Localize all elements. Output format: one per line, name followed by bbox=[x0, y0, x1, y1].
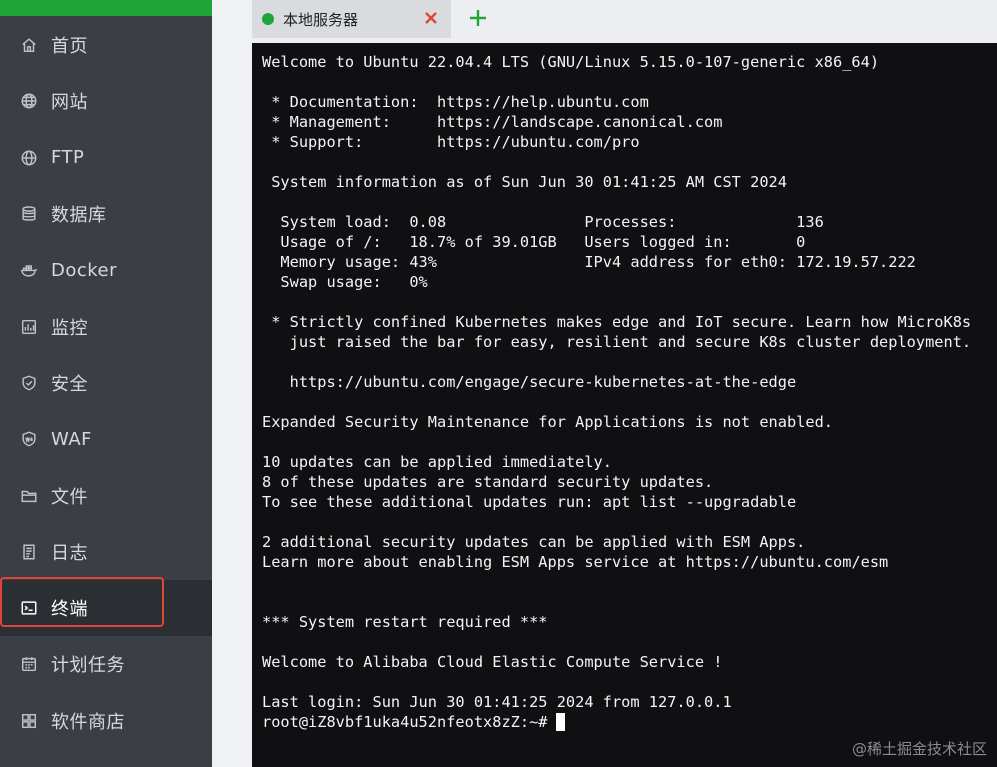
terminal-log: Welcome to Ubuntu 22.04.4 LTS (GNU/Linux… bbox=[262, 53, 972, 711]
sidebar-item-label: 安全 bbox=[51, 373, 88, 395]
sidebar-item-terminal[interactable]: 终端 bbox=[0, 579, 212, 637]
sidebar-item-label: Docker bbox=[51, 259, 118, 281]
sidebar-item-database[interactable]: 数据库 bbox=[0, 186, 212, 242]
sidebar: 首页 网站 FTP 数据库 Docker 监控 安全 WAF 文件 日志 终端 … bbox=[0, 0, 212, 767]
sidebar-item-ftp[interactable]: FTP bbox=[0, 130, 212, 186]
tab-title: 本地服务器 bbox=[283, 10, 359, 29]
folder-icon bbox=[19, 486, 39, 506]
sidebar-item-label: FTP bbox=[51, 147, 85, 169]
globe-icon bbox=[19, 91, 39, 111]
sidebar-item-label: 终端 bbox=[51, 599, 88, 621]
monitor-chart-icon bbox=[19, 317, 39, 337]
sidebar-item-app-store[interactable]: 软件商店 bbox=[0, 693, 212, 749]
sidebar-item-monitor[interactable]: 监控 bbox=[0, 298, 212, 354]
app-root: 首页 网站 FTP 数据库 Docker 监控 安全 WAF 文件 日志 终端 … bbox=[0, 0, 997, 767]
sidebar-item-security[interactable]: 安全 bbox=[0, 355, 212, 411]
sidebar-item-logs[interactable]: 日志 bbox=[0, 524, 212, 580]
grid-apps-icon bbox=[19, 711, 39, 731]
status-dot bbox=[262, 13, 274, 25]
waf-shield-icon bbox=[19, 429, 39, 449]
home-icon bbox=[19, 35, 39, 55]
docker-icon bbox=[19, 260, 39, 280]
terminal-output: Welcome to Ubuntu 22.04.4 LTS (GNU/Linux… bbox=[262, 52, 971, 732]
terminal-cursor bbox=[555, 713, 565, 731]
calendar-icon bbox=[19, 654, 39, 674]
sidebar-item-label: 软件商店 bbox=[51, 711, 125, 733]
sidebar-item-label: 数据库 bbox=[51, 205, 107, 227]
sidebar-nav: 首页 网站 FTP 数据库 Docker 监控 安全 WAF 文件 日志 终端 … bbox=[0, 17, 212, 749]
sidebar-top-accent bbox=[0, 0, 212, 16]
sidebar-item-waf[interactable]: WAF bbox=[0, 411, 212, 467]
watermark: @稀土掘金技术社区 bbox=[851, 740, 987, 758]
sidebar-item-home[interactable]: 首页 bbox=[0, 17, 212, 73]
sidebar-item-label: 文件 bbox=[51, 486, 88, 508]
sidebar-item-label: 监控 bbox=[51, 317, 88, 339]
terminal-prompt-line[interactable]: root@iZ8vbf1uka4u52nfeotx8zZ:~# bbox=[262, 712, 565, 732]
plus-icon[interactable] bbox=[466, 6, 490, 30]
sidebar-item-label: 计划任务 bbox=[51, 655, 125, 677]
log-file-icon bbox=[19, 542, 39, 562]
close-icon[interactable] bbox=[421, 8, 441, 28]
terminal-panel[interactable]: Welcome to Ubuntu 22.04.4 LTS (GNU/Linux… bbox=[252, 43, 997, 767]
sidebar-item-label: 日志 bbox=[51, 542, 88, 564]
globe-icon bbox=[19, 148, 39, 168]
database-icon bbox=[19, 204, 39, 224]
sidebar-item-label: 网站 bbox=[51, 92, 88, 114]
sidebar-item-cron[interactable]: 计划任务 bbox=[0, 636, 212, 692]
sidebar-item-files[interactable]: 文件 bbox=[0, 467, 212, 523]
sidebar-item-website[interactable]: 网站 bbox=[0, 73, 212, 129]
sidebar-item-docker[interactable]: Docker bbox=[0, 242, 212, 298]
sidebar-item-label: WAF bbox=[51, 428, 92, 450]
tab-local-server[interactable]: 本地服务器 bbox=[252, 0, 451, 38]
terminal-prompt: root@iZ8vbf1uka4u52nfeotx8zZ:~# bbox=[262, 713, 548, 731]
tab-bar: 本地服务器 bbox=[252, 0, 997, 43]
terminal-icon bbox=[19, 598, 39, 618]
sidebar-item-label: 首页 bbox=[51, 36, 88, 58]
shield-icon bbox=[19, 373, 39, 393]
